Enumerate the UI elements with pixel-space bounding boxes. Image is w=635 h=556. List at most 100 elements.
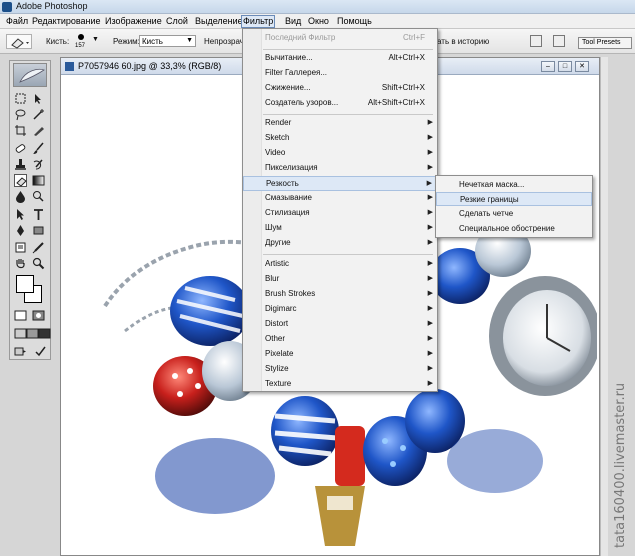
menu-item-sketch[interactable]: Sketch ▶ bbox=[243, 131, 437, 146]
marquee-tool-icon[interactable] bbox=[14, 92, 27, 105]
brush-preview-icon[interactable] bbox=[78, 34, 84, 40]
quick-mask-icon[interactable] bbox=[32, 309, 46, 322]
menu-item-other-ru[interactable]: Другие ▶ bbox=[243, 236, 437, 251]
chevron-right-icon: ▶ bbox=[427, 209, 433, 216]
menu-help[interactable]: Помощь bbox=[335, 16, 374, 26]
menu-separator bbox=[263, 49, 433, 50]
path-selection-icon[interactable] bbox=[14, 208, 27, 221]
pen-tool-icon[interactable] bbox=[14, 224, 27, 237]
blur-tool-icon[interactable] bbox=[14, 190, 27, 203]
menu-item-pixelate-ru[interactable]: Пикселизация ▶ bbox=[243, 161, 437, 176]
mode-label: Режим: bbox=[113, 37, 140, 46]
menu-bar: Файл Редактирование Изображение Слой Выд… bbox=[0, 14, 635, 29]
chevron-right-icon: ▶ bbox=[427, 320, 433, 327]
menu-item-sharpen[interactable]: Резкость ▶ bbox=[243, 176, 437, 191]
menu-item-stylize-ru[interactable]: Стилизация ▶ bbox=[243, 206, 437, 221]
palette-well-icon[interactable] bbox=[553, 35, 565, 47]
submenu-item-smart-sharpen[interactable]: Специальное обострение bbox=[436, 222, 592, 236]
edit-in-imageready-icon[interactable] bbox=[34, 345, 47, 358]
menu-item-stylize[interactable]: Stylize ▶ bbox=[243, 362, 437, 377]
eraser-tool-icon[interactable] bbox=[14, 174, 27, 187]
submenu-item-sharpen-more[interactable]: Сделать четче bbox=[436, 207, 592, 221]
menu-item-artistic[interactable]: Artistic ▶ bbox=[243, 257, 437, 272]
menu-select[interactable]: Выделение bbox=[193, 16, 245, 26]
submenu-item-unsharp-mask[interactable]: Нечеткая маска... bbox=[436, 178, 592, 192]
shape-tool-icon[interactable] bbox=[32, 224, 45, 237]
menu-separator bbox=[263, 254, 433, 255]
maximize-button[interactable]: □ bbox=[558, 61, 572, 72]
close-button[interactable]: ✕ bbox=[575, 61, 589, 72]
menu-item-filter-gallery[interactable]: Filter Галлерея... bbox=[243, 66, 437, 81]
clone-stamp-icon[interactable] bbox=[14, 158, 27, 171]
chevron-right-icon: ▶ bbox=[427, 365, 433, 372]
brush-dropdown-icon[interactable]: ▼ bbox=[92, 36, 99, 43]
chevron-right-icon: ▶ bbox=[427, 260, 433, 267]
notes-tool-icon[interactable] bbox=[14, 241, 27, 254]
zoom-tool-icon[interactable] bbox=[32, 257, 45, 270]
minimize-button[interactable]: – bbox=[541, 61, 555, 72]
menu-item-brush-strokes[interactable]: Brush Strokes ▶ bbox=[243, 287, 437, 302]
chevron-right-icon: ▶ bbox=[427, 119, 433, 126]
menu-layer[interactable]: Слой bbox=[164, 16, 190, 26]
menu-item-other[interactable]: Other ▶ bbox=[243, 332, 437, 347]
menu-edit[interactable]: Редактирование bbox=[30, 16, 103, 26]
menu-file[interactable]: Файл bbox=[4, 16, 30, 26]
chevron-right-icon: ▶ bbox=[427, 290, 433, 297]
brush-tool-icon[interactable] bbox=[32, 142, 45, 155]
menu-item-texture[interactable]: Texture ▶ bbox=[243, 377, 437, 392]
magic-wand-icon[interactable] bbox=[32, 108, 45, 121]
mode-select[interactable]: Кисть ▼ bbox=[139, 35, 196, 47]
crop-tool-icon[interactable] bbox=[14, 124, 27, 137]
vertical-scrollbar[interactable] bbox=[600, 57, 608, 556]
menu-filter[interactable]: Фильтр bbox=[241, 15, 276, 28]
menu-item-digimarc[interactable]: Digimarc ▶ bbox=[243, 302, 437, 317]
imageready-jump-icon[interactable] bbox=[14, 345, 30, 358]
sharpen-submenu: Нечеткая маска... Резкие границы Сделать… bbox=[435, 175, 593, 238]
menu-item-blur-ru[interactable]: Смазывание ▶ bbox=[243, 191, 437, 206]
lasso-tool-icon[interactable] bbox=[14, 108, 27, 121]
toolbox-header-feather-icon bbox=[13, 63, 47, 87]
hand-tool-icon[interactable] bbox=[14, 257, 27, 270]
submenu-item-sharpen-edges[interactable]: Резкие границы bbox=[436, 192, 592, 206]
type-tool-icon[interactable] bbox=[32, 208, 45, 221]
menu-item-distort[interactable]: Distort ▶ bbox=[243, 317, 437, 332]
history-brush-icon[interactable] bbox=[32, 158, 45, 171]
menu-item-blur[interactable]: Blur ▶ bbox=[243, 272, 437, 287]
eraser-icon bbox=[11, 38, 29, 49]
menu-separator bbox=[263, 114, 433, 115]
chevron-right-icon: ▶ bbox=[427, 350, 433, 357]
screen-mode-full-icon[interactable] bbox=[38, 327, 51, 340]
tool-presets-tab[interactable]: Tool Presets bbox=[578, 37, 632, 49]
gradient-tool-icon[interactable] bbox=[32, 174, 45, 187]
tool-preset-picker[interactable] bbox=[6, 34, 32, 49]
file-browser-icon[interactable] bbox=[530, 35, 542, 47]
title-bar: Adobe Photoshop bbox=[0, 0, 635, 14]
filter-menu: Последний Фильтр Ctrl+F Вычитание... Alt… bbox=[242, 28, 438, 392]
dodge-tool-icon[interactable] bbox=[32, 190, 45, 203]
menu-item-liquify[interactable]: Сжижение... Shift+Ctrl+X bbox=[243, 81, 437, 96]
slice-tool-icon[interactable] bbox=[32, 124, 45, 137]
standard-mode-icon[interactable] bbox=[14, 309, 28, 322]
chevron-right-icon: ▶ bbox=[427, 275, 433, 282]
menu-item-pattern-maker[interactable]: Создатель узоров... Alt+Shift+Ctrl+X bbox=[243, 96, 437, 111]
watermark-text: tata160400.livemaster.ru bbox=[613, 382, 628, 548]
toolbox bbox=[9, 60, 51, 360]
menu-item-video[interactable]: Video ▶ bbox=[243, 146, 437, 161]
foreground-color-swatch[interactable] bbox=[16, 275, 34, 293]
erase-to-history-label[interactable]: ать в историю bbox=[437, 37, 489, 46]
menu-item-last-filter[interactable]: Последний Фильтр Ctrl+F bbox=[243, 31, 437, 46]
mode-value: Кисть bbox=[142, 37, 163, 46]
healing-brush-icon[interactable] bbox=[14, 142, 27, 155]
menu-view[interactable]: Вид bbox=[283, 16, 303, 26]
chevron-right-icon: ▶ bbox=[427, 224, 433, 231]
menu-image[interactable]: Изображение bbox=[103, 16, 164, 26]
eyedropper-icon[interactable] bbox=[32, 241, 45, 254]
document-icon bbox=[65, 62, 74, 71]
chevron-right-icon: ▶ bbox=[427, 380, 433, 387]
move-tool-icon[interactable] bbox=[32, 92, 45, 105]
menu-item-extract[interactable]: Вычитание... Alt+Ctrl+X bbox=[243, 51, 437, 66]
menu-item-render[interactable]: Render ▶ bbox=[243, 116, 437, 131]
menu-window[interactable]: Окно bbox=[306, 16, 331, 26]
menu-item-noise[interactable]: Шум ▶ bbox=[243, 221, 437, 236]
menu-item-pixelate[interactable]: Pixelate ▶ bbox=[243, 347, 437, 362]
